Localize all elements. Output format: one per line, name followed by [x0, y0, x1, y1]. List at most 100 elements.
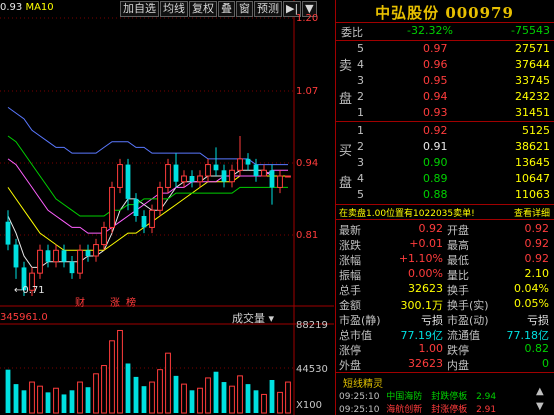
- buy-order-row[interactable]: 4 0.89 10647: [335, 172, 554, 187]
- stock-code: 000979: [445, 4, 514, 22]
- candle-body: [37, 249, 43, 274]
- ma10-label: MA10: [25, 2, 54, 13]
- committee-ratio-row: 委比 -32.32% -75543: [335, 24, 554, 39]
- stat-label: 涨幅: [339, 254, 361, 267]
- candle-body: [189, 176, 195, 182]
- quote-panel: 中弘股份 000979 委比 -32.32% -75543 卖 盘 5 0.97…: [335, 0, 554, 415]
- stat-label: 市盈(静): [339, 314, 381, 327]
- volume-bar: [221, 382, 227, 413]
- stat-value: 0.92: [524, 237, 550, 250]
- stat-label: 内盘: [447, 359, 469, 372]
- buy-order-row[interactable]: 1 0.92 5125: [335, 124, 554, 139]
- candle-body: [133, 198, 139, 216]
- candle-body: [69, 261, 75, 274]
- stat-label: 外盘: [339, 359, 361, 372]
- volume-bar: [125, 363, 131, 413]
- stat-label: 总手: [339, 284, 361, 297]
- volume-bar: [101, 365, 107, 414]
- buy-order-row[interactable]: 5 0.88 11063: [335, 188, 554, 203]
- volume-bar: [149, 381, 155, 414]
- candle-body: [117, 164, 123, 188]
- add-watchlist-button[interactable]: 加自选: [120, 1, 159, 17]
- stock-name: 中弘股份: [375, 4, 440, 22]
- stat-label: 换手(实): [447, 299, 489, 312]
- volume-bar: [165, 352, 171, 414]
- volume-bar: [253, 390, 259, 413]
- stat-value: 0.05%: [514, 297, 549, 310]
- view-detail-link[interactable]: 查看详细: [514, 206, 550, 219]
- event-marker-ranking[interactable]: 榜: [126, 294, 136, 309]
- sell-order-row[interactable]: 5 0.97 27571: [335, 42, 554, 57]
- candle-body: [85, 250, 91, 256]
- price-tick-1: 1.20: [296, 13, 319, 24]
- volume-bar: [261, 393, 267, 414]
- scroll-down-icon[interactable]: ▼: [536, 401, 544, 412]
- candle-body: [165, 164, 171, 188]
- candle-body: [197, 175, 203, 183]
- stat-label: 最低: [447, 254, 469, 267]
- price-tick-3: 0.94: [296, 158, 319, 169]
- candle-body: [269, 170, 275, 188]
- candle-body: [181, 175, 187, 183]
- stat-label: 量比: [447, 269, 469, 282]
- buy-order-row[interactable]: 3 0.90 13645: [335, 156, 554, 171]
- candle-body: [77, 249, 83, 274]
- stat-label: 涨跌: [339, 239, 361, 252]
- scroll-up-icon[interactable]: ▲: [536, 386, 544, 397]
- kline-chart-area[interactable]: 0.93 MA10 加自选 均线 复权 叠 窗 预测 ▶| ▼ 1.20 1.0…: [0, 0, 334, 415]
- stat-label: 开盘: [447, 224, 469, 237]
- forecast-button[interactable]: 预测: [254, 1, 282, 17]
- stat-value: 亏损: [421, 314, 443, 327]
- candle-body: [261, 169, 267, 177]
- volume-bar: [53, 387, 59, 414]
- window-button[interactable]: 窗: [236, 1, 253, 17]
- event-marker-financial[interactable]: 财: [75, 294, 85, 309]
- volume-bar: [13, 384, 19, 413]
- stat-value: 32623: [408, 357, 443, 370]
- candle-body: [237, 158, 243, 171]
- volume-bar: [157, 369, 163, 414]
- volume-bar: [205, 377, 211, 414]
- ma-button[interactable]: 均线: [160, 1, 188, 17]
- short-term-wizard-header[interactable]: 短线精灵: [343, 375, 383, 390]
- low-price-marker: ←0.71: [14, 285, 45, 296]
- ma-legend: 0.93 MA10: [0, 2, 54, 13]
- committee-ratio: -32.32%: [407, 24, 453, 37]
- overlay-button[interactable]: 叠: [218, 1, 235, 17]
- event-marker-limit-up[interactable]: 涨: [110, 294, 120, 309]
- candle-body: [229, 169, 235, 183]
- committee-diff: -75543: [511, 24, 550, 37]
- buy-order-row[interactable]: 2 0.91 38621: [335, 140, 554, 155]
- volume-bar: [109, 340, 115, 414]
- stat-value: 0.82: [524, 342, 550, 355]
- stat-label: 市盈(动): [447, 314, 489, 327]
- price-tick-4: 0.81: [296, 230, 319, 241]
- candle-body: [245, 158, 251, 165]
- sell-order-row[interactable]: 3 0.95 33745: [335, 74, 554, 89]
- sell-order-row[interactable]: 2 0.94 24232: [335, 90, 554, 105]
- volume-indicator-select[interactable]: 成交量 ▾: [232, 310, 274, 326]
- news-item[interactable]: 09:25:10 中国海防 封跌停板 2.94: [339, 389, 496, 402]
- stat-value: 0: [542, 357, 549, 370]
- sell-order-row[interactable]: 4 0.96 37644: [335, 58, 554, 73]
- volume-bar: [189, 390, 195, 413]
- chart-toolbar: 加自选 均线 复权 叠 窗 预测 ▶| ▼: [120, 1, 318, 17]
- ma-prefix: 0.93: [0, 2, 23, 13]
- stat-value: 0.92: [418, 222, 444, 235]
- sell-order-row[interactable]: 1 0.93 31451: [335, 106, 554, 121]
- kline-chart[interactable]: [0, 0, 334, 415]
- news-item[interactable]: 09:25:10 海航创新 封涨停板 2.91: [339, 402, 496, 415]
- candle-body: [53, 249, 59, 263]
- adjust-button[interactable]: 复权: [189, 1, 217, 17]
- candle-body: [205, 164, 211, 177]
- volume-bar: [133, 376, 139, 413]
- volume-bar: [269, 379, 275, 413]
- stat-value: 300.1万: [400, 299, 444, 312]
- stat-value: +0.01: [409, 237, 443, 250]
- price-tick-2: 1.07: [296, 86, 319, 97]
- volume-bar: [61, 394, 67, 413]
- stat-value: 77.19亿: [400, 329, 444, 342]
- candle-body: [277, 175, 283, 188]
- stat-label: 流通值: [447, 329, 480, 342]
- stat-label: 涨停: [339, 344, 361, 357]
